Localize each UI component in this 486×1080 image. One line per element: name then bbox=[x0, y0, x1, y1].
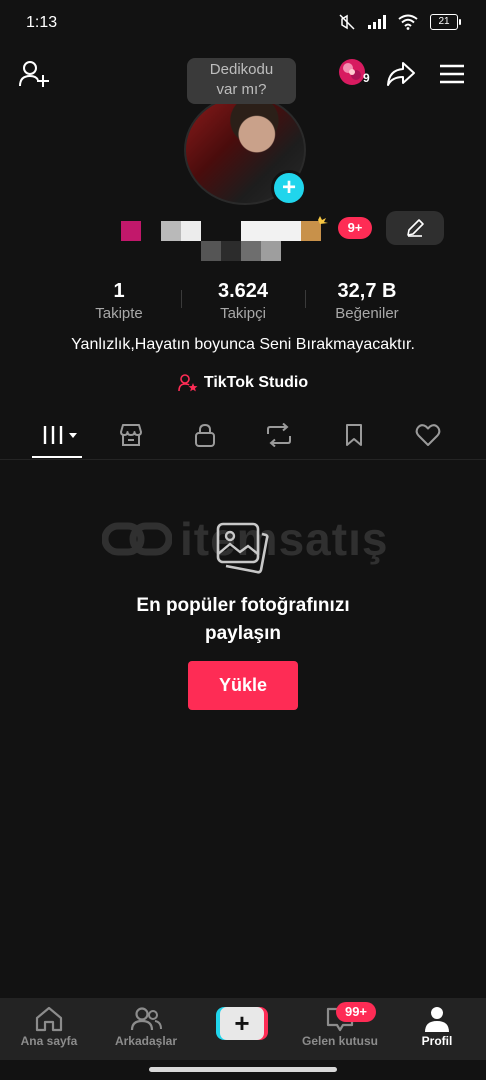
edit-profile-button[interactable] bbox=[386, 211, 444, 245]
stat-following-value: 1 bbox=[113, 280, 125, 302]
nav-friends-label: Arkadaşlar bbox=[114, 1034, 178, 1048]
tabs-divider bbox=[0, 459, 486, 460]
upload-button[interactable]: Yükle bbox=[188, 661, 298, 710]
watermark-text: itemsatış bbox=[180, 513, 389, 565]
mute-vibrate-icon bbox=[338, 14, 356, 30]
status-bubble[interactable]: Dedikodu var mı? bbox=[187, 58, 296, 104]
stat-likes[interactable]: 32,7 B Beğeniler bbox=[307, 280, 427, 322]
tiktok-studio-link[interactable]: TikTok Studio bbox=[0, 374, 486, 392]
tab-liked[interactable] bbox=[408, 420, 448, 450]
empty-title-line-2: paylaşın bbox=[204, 623, 282, 644]
tab-reposts[interactable] bbox=[259, 420, 299, 450]
stat-likes-label: Beğeniler bbox=[335, 305, 399, 322]
tab-shop[interactable] bbox=[111, 420, 151, 450]
gem-count: 9 bbox=[363, 71, 370, 85]
nav-profile[interactable]: Profil bbox=[392, 1006, 482, 1048]
empty-title-line-1: En popüler fotoğrafınızı bbox=[136, 595, 350, 616]
add-avatar-button[interactable]: + bbox=[271, 170, 307, 206]
stat-divider bbox=[305, 290, 306, 308]
shop-icon bbox=[118, 423, 144, 447]
inbox-badge: 99+ bbox=[336, 1002, 376, 1022]
heart-icon bbox=[415, 423, 441, 447]
tab-private[interactable] bbox=[185, 420, 225, 450]
signal-icon bbox=[368, 15, 386, 29]
share-arrow-icon[interactable] bbox=[386, 60, 416, 88]
nav-home-label: Ana sayfa bbox=[20, 1034, 78, 1048]
nav-profile-label: Profil bbox=[421, 1034, 453, 1048]
videos-grid-icon bbox=[41, 423, 79, 447]
friends-icon bbox=[130, 1006, 162, 1032]
nav-friends[interactable]: Arkadaşlar bbox=[101, 1006, 191, 1048]
nav-home[interactable]: Ana sayfa bbox=[4, 1006, 94, 1048]
sparkle-icon bbox=[316, 215, 330, 225]
wifi-icon bbox=[398, 14, 418, 30]
stat-following-label: Takipte bbox=[95, 305, 143, 322]
chain-link-icon bbox=[102, 516, 172, 562]
repost-icon bbox=[265, 423, 293, 447]
gem-icon[interactable] bbox=[338, 58, 366, 86]
hamburger-icon[interactable] bbox=[439, 64, 465, 84]
stat-followers-label: Takipçi bbox=[220, 305, 266, 322]
nav-inbox-label: Gelen kutusu bbox=[301, 1034, 378, 1048]
studio-label: TikTok Studio bbox=[203, 374, 309, 391]
stat-followers-value: 3.624 bbox=[217, 280, 269, 302]
battery-indicator: 21 bbox=[430, 14, 461, 30]
empty-state-title: En popüler fotoğrafınızı paylaşın bbox=[0, 592, 486, 648]
plus-icon: + bbox=[220, 1007, 264, 1040]
status-time: 1:13 bbox=[26, 14, 58, 31]
notification-badge[interactable]: 9+ bbox=[338, 217, 372, 239]
profile-bio: Yanlızlık,Hayatın boyunca Seni Bırakmaya… bbox=[71, 336, 415, 353]
stat-likes-value: 32,7 B bbox=[337, 280, 397, 302]
tab-favorites[interactable] bbox=[334, 420, 374, 450]
profile-icon bbox=[423, 1006, 451, 1032]
bubble-line-2: var mı? bbox=[216, 81, 267, 98]
photos-icon bbox=[214, 522, 270, 576]
home-icon bbox=[34, 1006, 64, 1032]
stat-divider bbox=[181, 290, 182, 308]
lock-icon bbox=[194, 423, 216, 447]
stat-following[interactable]: 1 Takipte bbox=[59, 280, 179, 322]
pencil-icon bbox=[405, 218, 425, 238]
active-tab-indicator bbox=[32, 456, 82, 458]
status-icons: 21 bbox=[338, 14, 461, 30]
create-button[interactable]: + bbox=[216, 1007, 268, 1040]
bookmark-icon bbox=[344, 423, 364, 447]
tab-videos[interactable] bbox=[38, 420, 82, 450]
studio-person-star-icon bbox=[178, 374, 198, 392]
home-indicator[interactable] bbox=[149, 1067, 337, 1072]
person-plus-icon[interactable] bbox=[19, 60, 49, 88]
stat-followers[interactable]: 3.624 Takipçi bbox=[183, 280, 303, 322]
bubble-line-1: Dedikodu bbox=[209, 61, 274, 78]
